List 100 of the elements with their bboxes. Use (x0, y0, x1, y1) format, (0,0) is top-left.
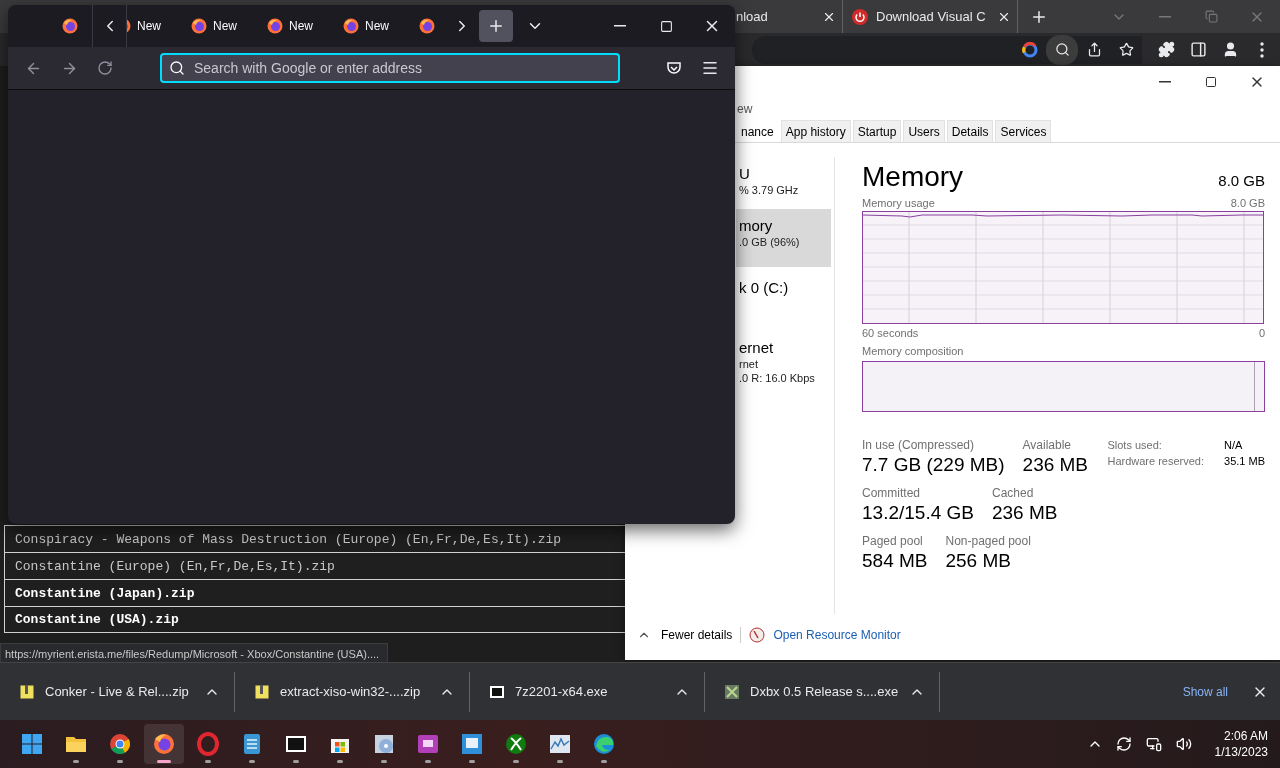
resource-name: mory (739, 217, 774, 234)
resource-name: ernet (739, 339, 775, 356)
xbox-icon (504, 732, 528, 756)
windows-icon (20, 732, 44, 756)
file-link[interactable]: Constantine (Europe) (En,Fr,De,Es,It).zip (4, 552, 625, 579)
file-link[interactable]: Constantine (USA).zip (4, 606, 625, 633)
star-icon (1118, 42, 1134, 57)
stat-label: In use (Compressed) (862, 438, 976, 452)
more-icon (1260, 41, 1264, 58)
search-engine-icon (1022, 41, 1038, 58)
share-icon (1086, 42, 1102, 57)
tab[interactable]: Details (946, 120, 994, 142)
stat-label: Available (1022, 438, 1073, 452)
detail-value: N/A (1224, 439, 1244, 451)
status-url: https://myrient.erista.me/files/Redump/Microsoft - Xbox/Constantine (USA).... (0, 643, 389, 664)
firefox-icon (152, 732, 176, 756)
maximize-icon (1205, 76, 1217, 88)
resource-name: k 0 (C:) (739, 279, 790, 296)
detail-value: 35.1 MB (1224, 455, 1265, 467)
puzzle-icon (1157, 41, 1175, 58)
resource-monitor-link[interactable]: Open Resource Monitor (740, 627, 901, 643)
download-item[interactable]: Conker - Live & Rel....zip (0, 671, 235, 712)
address-bar[interactable] (752, 35, 1142, 64)
file-link[interactable]: Constantine (Japan).zip (4, 579, 625, 606)
resource-detail: % 3.79 GHz (739, 184, 800, 196)
search-icon (1054, 42, 1070, 57)
firefox-icon (419, 18, 435, 34)
menu-item[interactable]: ew (737, 102, 753, 116)
reload-icon (97, 60, 113, 76)
graph-label: Memory composition (862, 345, 964, 357)
resource-item[interactable]: U % 3.79 GHz (736, 157, 831, 205)
volume-icon (1175, 736, 1192, 752)
file-link[interactable]: Conspiracy - Weapons of Mass Destruction (Europe) (En,Fr,De,Es,It).zip (4, 525, 625, 552)
graph-label: Memory usage (862, 197, 935, 209)
capacity: 8.0 GB (1218, 172, 1265, 189)
axis-label: 60 seconds (862, 327, 919, 339)
plus-icon (487, 17, 505, 35)
stat-label: Committed (862, 486, 921, 500)
clock[interactable]: 2:06 AM 1/13/2023 (1214, 728, 1268, 760)
stat-label: Paged pool (862, 534, 924, 548)
browser-tab[interactable]: New (259, 5, 335, 47)
axis-label: 0 (1258, 327, 1265, 339)
resource-subtitle: rnet (739, 358, 759, 370)
firefox-icon (62, 18, 78, 34)
firefox-icon (267, 18, 283, 34)
power-icon (852, 8, 868, 25)
stat-value: 584 MB (862, 550, 928, 572)
graph-max: 8.0 GB (1230, 197, 1265, 209)
resource-detail: .0 GB (96%) (739, 236, 801, 248)
browser-tab[interactable]: New (335, 5, 411, 47)
tab[interactable]: Users (903, 120, 945, 142)
restore-icon (1204, 10, 1218, 23)
stat-value: 7.7 GB (229 MB) (862, 454, 1005, 476)
address-field[interactable]: Search with Google or enter address (160, 53, 620, 83)
app-icon (460, 732, 484, 756)
resource-item[interactable]: ernet rnet .0 R: 16.0 Kbps (736, 331, 831, 391)
resource-name: U (739, 165, 751, 182)
taskbar-app[interactable] (144, 724, 184, 764)
chart-icon (548, 732, 572, 756)
pocket-icon (666, 60, 682, 76)
sync-icon (1115, 736, 1132, 752)
browser-icon (108, 732, 132, 756)
minimize-icon (1159, 81, 1171, 83)
resource-item[interactable]: k 0 (C:) (736, 271, 831, 327)
tab[interactable]: App history (780, 120, 851, 142)
panel-title: Memory (862, 161, 964, 193)
show-all-link[interactable]: Show all (1182, 684, 1228, 699)
stat-value: 236 MB (1022, 454, 1089, 476)
tab[interactable]: Startup (852, 120, 902, 142)
stat-value: 236 MB (991, 502, 1058, 524)
detail-label: Hardware reserved: (1107, 455, 1205, 467)
browser-tab[interactable]: New (127, 5, 183, 47)
minimize-icon (1159, 15, 1171, 18)
app-icon (416, 732, 440, 756)
download-item[interactable]: 7z2201-x64.exe (470, 671, 705, 712)
menu-icon (701, 59, 719, 77)
fewer-details-button[interactable]: Fewer details (637, 628, 733, 642)
maximize-icon (659, 19, 673, 33)
stat-value: 13.2/15.4 GB (862, 502, 974, 524)
detail-label: Slots used: (1107, 439, 1163, 451)
minimize-icon (614, 25, 626, 27)
stat-label: Non-paged pool (945, 534, 1031, 548)
search-icon (169, 60, 185, 76)
edge-icon (592, 732, 616, 756)
browser-tab[interactable]: New (183, 5, 259, 47)
new-tab-button[interactable] (479, 10, 513, 42)
download-item[interactable]: extract-xiso-win32-....zip (235, 671, 470, 712)
tab[interactable]: Services (995, 120, 1052, 142)
resource-item[interactable]: mory .0 GB (96%) (736, 209, 831, 267)
network-icon (1145, 736, 1162, 752)
download-item[interactable]: Dxbx 0.5 Release s....exe (705, 671, 940, 712)
ring-icon (196, 732, 220, 756)
stat-label: Cached (991, 486, 1035, 500)
stat-value: 256 MB (945, 550, 1012, 572)
resource-detail: .0 R: 16.0 Kbps (739, 372, 816, 384)
gauge-icon (749, 627, 766, 643)
firefox-icon (343, 18, 359, 34)
firefox-icon (191, 18, 207, 34)
page-search-button[interactable] (1046, 34, 1078, 65)
app-icon (724, 683, 740, 700)
